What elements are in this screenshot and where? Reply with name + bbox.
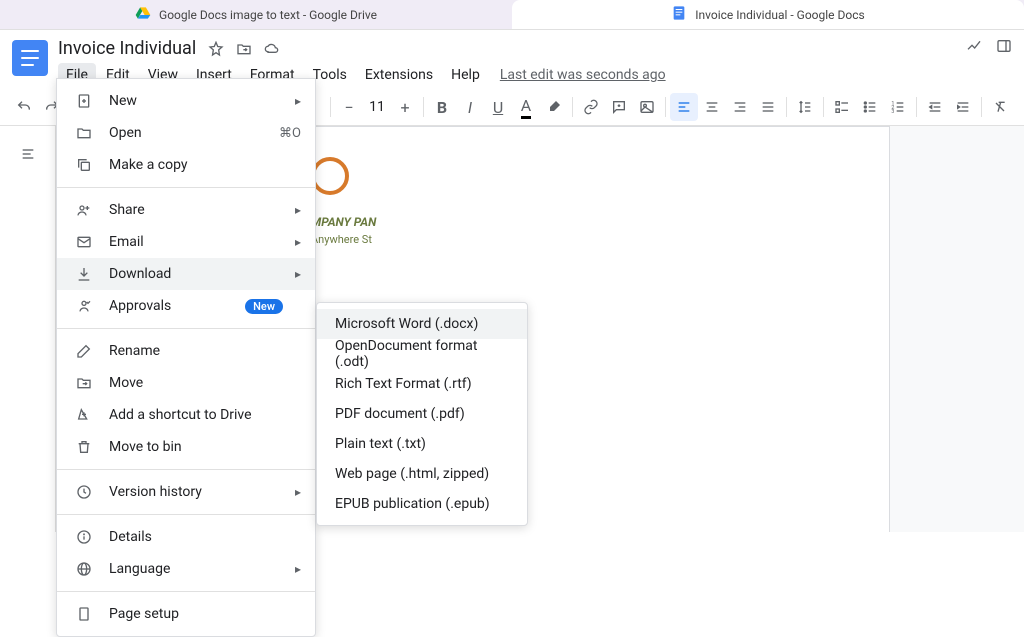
- chevron-right-icon: ▸: [295, 562, 301, 576]
- file-menu-details[interactable]: Details: [57, 521, 315, 553]
- cloud-status-icon[interactable]: [264, 41, 280, 57]
- browser-tab-docs[interactable]: Invoice Individual - Google Docs: [512, 0, 1024, 29]
- menu-divider: [57, 591, 315, 592]
- file-menu-version-history[interactable]: Version history ▸: [57, 476, 315, 508]
- new-file-icon: [73, 93, 95, 109]
- shortcut-label: ⌘O: [279, 126, 301, 141]
- underline-button[interactable]: U: [484, 93, 512, 121]
- menu-help[interactable]: Help: [443, 63, 488, 87]
- outdent-button[interactable]: [921, 93, 949, 121]
- history-icon: [73, 484, 95, 500]
- share-icon: [73, 202, 95, 218]
- align-right-button[interactable]: [726, 93, 754, 121]
- align-center-button[interactable]: [698, 93, 726, 121]
- activity-icon[interactable]: [966, 38, 982, 58]
- svg-text:3: 3: [891, 109, 894, 115]
- download-pdf[interactable]: PDF document (.pdf): [317, 399, 527, 429]
- line-spacing-button[interactable]: [791, 93, 819, 121]
- file-menu-add-shortcut[interactable]: Add a shortcut to Drive: [57, 399, 315, 431]
- file-menu-email[interactable]: Email ▸: [57, 226, 315, 258]
- globe-icon: [73, 561, 95, 577]
- file-menu-dropdown: New ▸ Open ⌘O Make a copy Share ▸ Email …: [56, 78, 316, 637]
- new-badge: New: [245, 299, 283, 314]
- docs-file-icon: [671, 5, 687, 24]
- download-docx[interactable]: Microsoft Word (.docx): [317, 309, 527, 339]
- text-color-button[interactable]: A: [512, 93, 540, 121]
- email-icon: [73, 234, 95, 250]
- file-menu-share[interactable]: Share ▸: [57, 194, 315, 226]
- move-folder-icon[interactable]: [236, 41, 252, 57]
- browser-tab-label: Google Docs image to text - Google Drive: [159, 8, 377, 22]
- italic-button[interactable]: I: [456, 93, 484, 121]
- download-epub[interactable]: EPUB publication (.epub): [317, 489, 527, 519]
- menu-divider: [57, 187, 315, 188]
- chevron-right-icon: ▸: [295, 235, 301, 249]
- file-menu-move[interactable]: Move: [57, 367, 315, 399]
- copy-icon: [73, 157, 95, 173]
- font-size-increase[interactable]: +: [391, 93, 419, 121]
- menu-divider: [57, 514, 315, 515]
- file-menu-open[interactable]: Open ⌘O: [57, 117, 315, 149]
- trash-icon: [73, 439, 95, 455]
- clear-format-button[interactable]: [986, 93, 1014, 121]
- menu-extensions[interactable]: Extensions: [357, 63, 441, 87]
- outline-icon[interactable]: [20, 146, 36, 166]
- file-menu-language[interactable]: Language ▸: [57, 553, 315, 585]
- browser-tab-label: Invoice Individual - Google Docs: [695, 8, 864, 22]
- browser-tab-strip: Google Docs image to text - Google Drive…: [0, 0, 1024, 30]
- menu-divider: [57, 328, 315, 329]
- sidebar-toggle-icon[interactable]: [996, 38, 1012, 58]
- page-setup-icon: [73, 606, 95, 622]
- download-html[interactable]: Web page (.html, zipped): [317, 459, 527, 489]
- file-menu-move-bin[interactable]: Move to bin: [57, 431, 315, 463]
- menu-divider: [57, 469, 315, 470]
- download-submenu: Microsoft Word (.docx) OpenDocument form…: [316, 302, 528, 526]
- download-rtf[interactable]: Rich Text Format (.rtf): [317, 369, 527, 399]
- download-odt[interactable]: OpenDocument format (.odt): [317, 339, 527, 369]
- image-button[interactable]: [633, 93, 661, 121]
- last-edit-link[interactable]: Last edit was seconds ago: [500, 67, 666, 83]
- file-menu-rename[interactable]: Rename: [57, 335, 315, 367]
- drive-icon: [135, 5, 151, 24]
- download-txt[interactable]: Plain text (.txt): [317, 429, 527, 459]
- approvals-icon: [73, 298, 95, 314]
- docs-logo[interactable]: [12, 40, 48, 76]
- download-icon: [73, 266, 95, 282]
- indent-button[interactable]: [949, 93, 977, 121]
- file-menu-approvals[interactable]: Approvals New: [57, 290, 315, 322]
- file-menu-make-copy[interactable]: Make a copy: [57, 149, 315, 181]
- move-icon: [73, 375, 95, 391]
- font-size-decrease[interactable]: −: [335, 93, 363, 121]
- drive-shortcut-icon: [73, 407, 95, 423]
- left-gutter: [0, 126, 56, 532]
- info-icon: [73, 529, 95, 545]
- chevron-right-icon: ▸: [295, 203, 301, 217]
- file-menu-download[interactable]: Download ▸: [57, 258, 315, 290]
- link-button[interactable]: [577, 93, 605, 121]
- numbered-list-button[interactable]: 123: [884, 93, 912, 121]
- document-title[interactable]: Invoice Individual: [58, 38, 196, 59]
- chevron-right-icon: ▸: [295, 485, 301, 499]
- undo-button[interactable]: [10, 93, 38, 121]
- doc-address: Anywhere St: [311, 233, 829, 246]
- comment-button[interactable]: [605, 93, 633, 121]
- file-menu-new[interactable]: New ▸: [57, 85, 315, 117]
- chevron-right-icon: ▸: [295, 267, 301, 281]
- star-icon[interactable]: [208, 41, 224, 57]
- doc-company-heading: MPANY PAN: [311, 215, 829, 229]
- chevron-right-icon: ▸: [295, 94, 301, 108]
- folder-open-icon: [73, 125, 95, 141]
- font-size-value[interactable]: 11: [365, 99, 389, 115]
- highlight-button[interactable]: [540, 93, 568, 121]
- align-justify-button[interactable]: [754, 93, 782, 121]
- doc-logo-shape: [311, 157, 349, 195]
- file-menu-page-setup[interactable]: Page setup: [57, 598, 315, 630]
- rename-icon: [73, 343, 95, 359]
- browser-tab-drive[interactable]: Google Docs image to text - Google Drive: [0, 0, 512, 29]
- align-left-button[interactable]: [670, 93, 698, 121]
- bold-button[interactable]: B: [428, 93, 456, 121]
- checklist-button[interactable]: [828, 93, 856, 121]
- bullet-list-button[interactable]: [856, 93, 884, 121]
